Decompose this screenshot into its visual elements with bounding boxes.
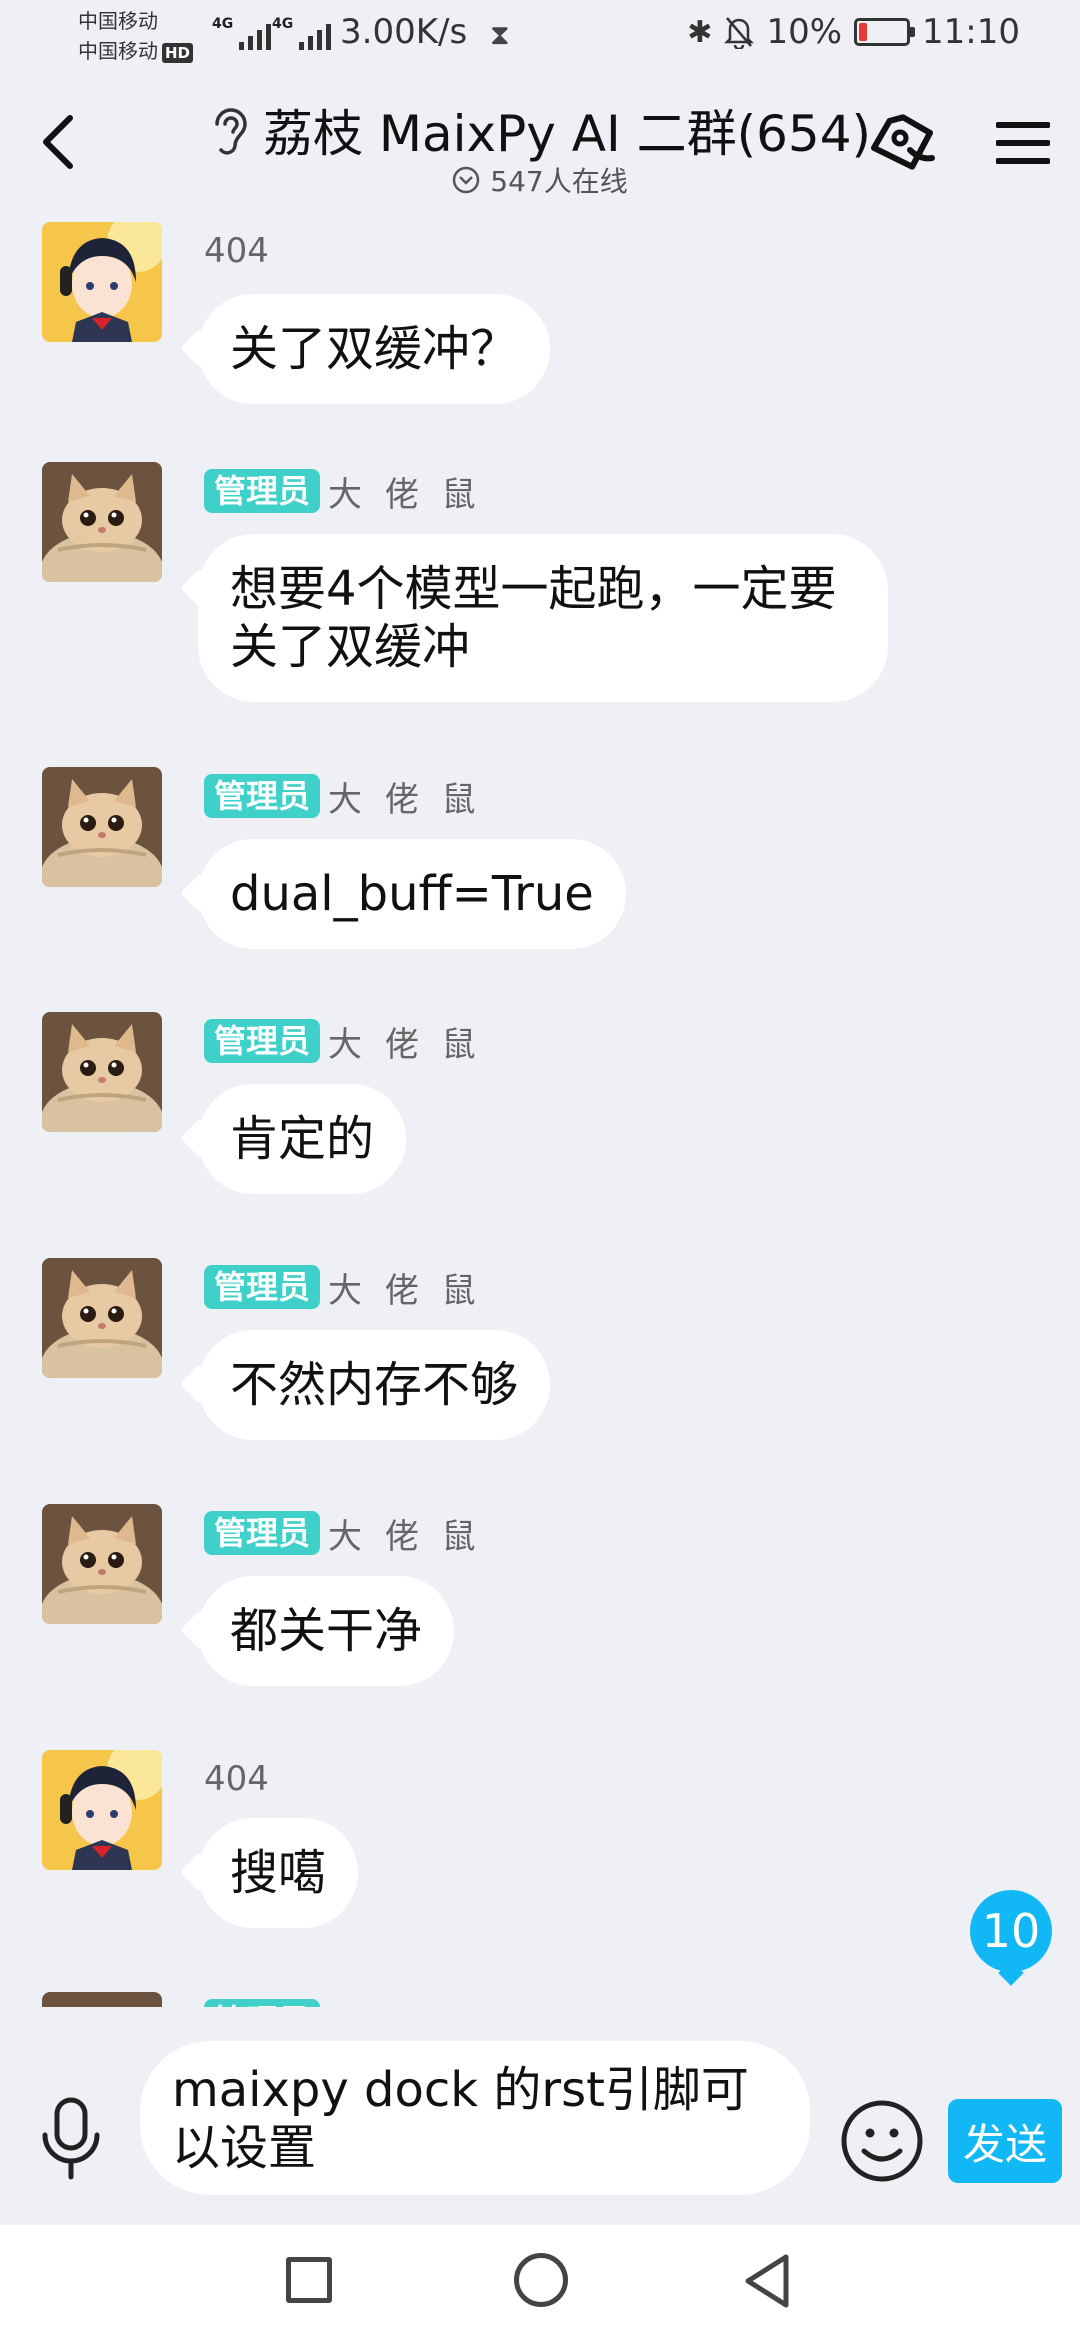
send-button[interactable]: 发送 [948,2099,1062,2183]
sender-name[interactable]: 大 佬 鼠 [328,1509,482,1558]
sender-name[interactable]: 大 佬 鼠 [328,1017,482,1066]
sender-name[interactable]: 404 [204,231,269,271]
chat-header: 荔枝 MaixPy AI 二群(654) 547人在线 [0,72,1080,212]
mute-bell-icon [724,17,755,49]
anime-avatar[interactable] [42,1750,162,1870]
sender-name[interactable]: 大 佬 鼠 [328,467,482,516]
menu-icon[interactable] [996,120,1050,166]
system-nav-bar [0,2225,1080,2340]
online-count: 547人在线 [490,165,628,198]
admin-badge: 管理员 [204,1511,321,1555]
signal-icon-2: 4G [272,16,332,50]
cat-avatar[interactable] [42,462,162,582]
cat-avatar[interactable] [42,767,162,887]
admin-badge: 管理员 [204,1265,321,1309]
clock: 11:10 [922,12,1020,52]
recents-button[interactable] [286,2257,332,2303]
signal-icon: 4G [212,16,272,50]
anime-avatar[interactable] [42,222,162,342]
sender-name[interactable]: 大 佬 鼠 [328,1263,482,1312]
chevron-down-circle-icon[interactable] [452,166,480,194]
message-bubble[interactable]: 关了双缓冲？ [198,294,551,404]
carrier-1: 中国移动 [78,9,158,33]
message-bubble[interactable]: 搜噶 [198,1818,359,1928]
hourglass-icon: ⧗ [490,18,510,51]
group-title: 荔枝 MaixPy AI 二群(654) [262,105,872,163]
emoji-icon[interactable] [840,2099,924,2183]
admin-badge: 管理员 [204,774,321,818]
message-bubble[interactable]: 想要4个模型一起跑，一定要关了双缓冲 [198,534,888,702]
carrier-2: 中国移动 [78,39,158,63]
admin-badge: 管理员 [204,1999,321,2007]
message-bubble[interactable]: 不然内存不够 [198,1330,551,1440]
cat-avatar[interactable] [42,1504,162,1624]
message-list[interactable]: 404 关了双缓冲？ 管理员大 佬 鼠 想要4个模型一起跑，一定要关了双缓冲 管… [0,212,1080,2007]
sender-name[interactable]: 大 佬 鼠 [328,772,482,821]
battery-percent: 10% [766,12,843,52]
unread-count-badge[interactable]: 10 [970,1890,1052,1972]
hd-badge: HD [162,43,194,63]
input-bar: maixpy dock 的rst引脚可以设置 发送 [0,2007,1080,2225]
microphone-icon[interactable] [40,2097,102,2181]
carrier-info: 中国移动 中国移动 HD [78,6,194,66]
back-triangle-icon[interactable] [742,2251,792,2311]
message-bubble[interactable]: 都关干净 [198,1576,455,1686]
bluetooth-icon: ✱ [687,14,713,50]
cat-avatar[interactable] [42,1992,162,2007]
sender-name[interactable]: 大 佬 鼠 [328,1997,482,2008]
ear-icon[interactable] [209,104,249,156]
battery-icon [854,18,916,46]
admin-badge: 管理员 [204,469,321,513]
admin-badge: 管理员 [204,1019,321,1063]
tag-icon[interactable] [866,110,942,180]
sender-name[interactable]: 404 [204,1759,269,1799]
message-input[interactable]: maixpy dock 的rst引脚可以设置 [140,2041,810,2195]
status-bar: 中国移动 中国移动 HD 4G 4G 3.00K/s ⧗ ✱ 10% 11:10 [0,0,1080,72]
cat-avatar[interactable] [42,1258,162,1378]
message-bubble[interactable]: 肯定的 [198,1084,407,1194]
home-button[interactable] [514,2253,568,2307]
cat-avatar[interactable] [42,1012,162,1132]
message-bubble[interactable]: dual_buff=True [198,839,626,949]
network-speed: 3.00K/s [340,12,468,52]
